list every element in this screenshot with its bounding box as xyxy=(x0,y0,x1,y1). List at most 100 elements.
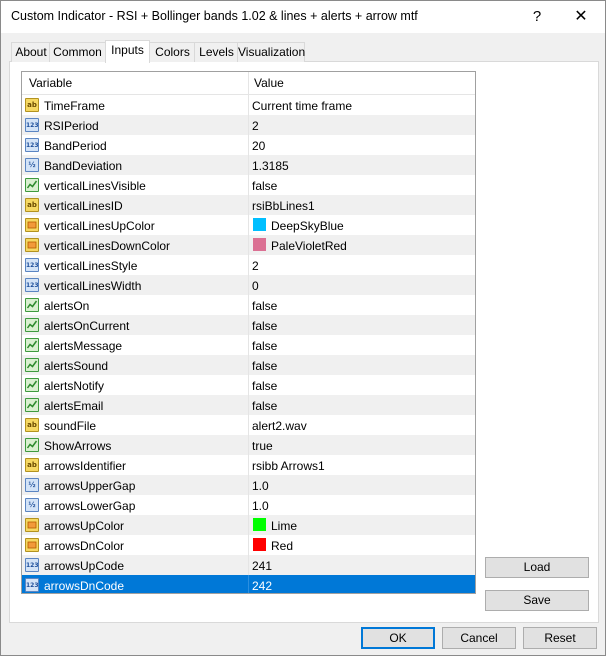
variable-value[interactable]: Lime xyxy=(271,519,297,533)
variable-name: alertsMessage xyxy=(44,339,123,353)
color-swatch[interactable] xyxy=(253,218,266,231)
variable-value[interactable]: alert2.wav xyxy=(252,419,307,433)
bool-icon xyxy=(25,318,39,332)
tab-about[interactable]: About xyxy=(11,42,51,62)
variable-value[interactable]: false xyxy=(252,359,277,373)
bool-icon xyxy=(25,398,39,412)
table-row[interactable]: 123 arrowsUpCode 241 xyxy=(22,555,475,575)
save-button[interactable]: Save xyxy=(485,590,589,611)
color-swatch[interactable] xyxy=(253,538,266,551)
variable-value[interactable]: Current time frame xyxy=(252,99,352,113)
table-row[interactable]: alertsSound false xyxy=(22,355,475,375)
variable-value[interactable]: false xyxy=(252,379,277,393)
table-row[interactable]: ½ arrowsUpperGap 1.0 xyxy=(22,475,475,495)
variable-value[interactable]: 2 xyxy=(252,119,259,133)
integer-icon: 123 xyxy=(25,558,39,572)
table-row[interactable]: 123 RSIPeriod 2 xyxy=(22,115,475,135)
variable-name: arrowsLowerGap xyxy=(44,499,136,513)
variable-value[interactable]: 1.3185 xyxy=(252,159,289,173)
table-row[interactable]: arrowsDnColor Red xyxy=(22,535,475,555)
tab-colors[interactable]: Colors xyxy=(149,42,196,62)
integer-icon: 123 xyxy=(25,118,39,132)
variable-value[interactable]: 1.0 xyxy=(252,499,269,513)
variable-value[interactable]: 241 xyxy=(252,559,272,573)
variable-value[interactable]: rsibb Arrows1 xyxy=(252,459,325,473)
variable-column-header[interactable]: Variable xyxy=(29,76,72,90)
cell-divider xyxy=(248,95,249,115)
tab-levels[interactable]: Levels xyxy=(194,42,239,62)
variable-value[interactable]: DeepSkyBlue xyxy=(271,219,344,233)
variable-value[interactable]: true xyxy=(252,439,273,453)
cancel-button[interactable]: Cancel xyxy=(442,627,516,649)
close-button[interactable]: ✕ xyxy=(559,1,603,33)
variable-value[interactable]: PaleVioletRed xyxy=(271,239,347,253)
variable-value[interactable]: 2 xyxy=(252,259,259,273)
help-button[interactable]: ? xyxy=(515,1,559,33)
table-header: Variable Value xyxy=(22,72,475,95)
table-row[interactable]: ShowArrows true xyxy=(22,435,475,455)
variable-value[interactable]: false xyxy=(252,179,277,193)
cell-divider xyxy=(248,295,249,315)
inputs-table[interactable]: Variable Value ab TimeFrame Current time f… xyxy=(21,71,476,594)
table-row[interactable]: ab verticalLinesID rsiBbLines1 xyxy=(22,195,475,215)
bool-icon xyxy=(25,178,39,192)
cell-divider xyxy=(248,355,249,375)
cell-divider xyxy=(248,335,249,355)
variable-value[interactable]: 1.0 xyxy=(252,479,269,493)
variable-value[interactable]: false xyxy=(252,299,277,313)
table-row[interactable]: 123 verticalLinesWidth 0 xyxy=(22,275,475,295)
variable-name: soundFile xyxy=(44,419,97,433)
bool-icon xyxy=(25,358,39,372)
load-button[interactable]: Load xyxy=(485,557,589,578)
table-row[interactable]: alertsNotify false xyxy=(22,375,475,395)
table-row[interactable]: ab soundFile alert2.wav xyxy=(22,415,475,435)
table-row[interactable]: 123 BandPeriod 20 xyxy=(22,135,475,155)
tab-visualization[interactable]: Visualization xyxy=(237,42,305,62)
variable-value[interactable]: false xyxy=(252,399,277,413)
table-row[interactable]: arrowsUpColor Lime xyxy=(22,515,475,535)
ok-button[interactable]: OK xyxy=(361,627,435,649)
variable-name: alertsSound xyxy=(44,359,109,373)
table-row[interactable]: ½ arrowsLowerGap 1.0 xyxy=(22,495,475,515)
color-swatch[interactable] xyxy=(253,238,266,251)
variable-value[interactable]: rsiBbLines1 xyxy=(252,199,315,213)
table-row[interactable]: verticalLinesVisible false xyxy=(22,175,475,195)
variable-value[interactable]: false xyxy=(252,339,277,353)
table-row[interactable]: ab arrowsIdentifier rsibb Arrows1 xyxy=(22,455,475,475)
reset-button[interactable]: Reset xyxy=(523,627,597,649)
variable-value[interactable]: false xyxy=(252,319,277,333)
double-icon: ½ xyxy=(25,498,39,512)
color-icon xyxy=(25,238,39,252)
cell-divider xyxy=(248,455,249,475)
cell-divider xyxy=(248,535,249,555)
table-row[interactable]: alertsEmail false xyxy=(22,395,475,415)
table-row[interactable]: verticalLinesUpColor DeepSkyBlue xyxy=(22,215,475,235)
variable-name: arrowsUpColor xyxy=(44,519,125,533)
variable-name: verticalLinesUpColor xyxy=(44,219,155,233)
table-row[interactable]: 123 verticalLinesStyle 2 xyxy=(22,255,475,275)
cell-divider xyxy=(248,175,249,195)
variable-value[interactable]: 0 xyxy=(252,279,259,293)
variable-value[interactable]: 20 xyxy=(252,139,265,153)
table-row[interactable]: ab TimeFrame Current time frame xyxy=(22,95,475,115)
tab-common[interactable]: Common xyxy=(49,42,106,62)
column-divider[interactable] xyxy=(248,72,249,94)
table-row[interactable]: alertsOnCurrent false xyxy=(22,315,475,335)
tab-inputs[interactable]: Inputs xyxy=(105,40,150,63)
value-column-header[interactable]: Value xyxy=(254,76,284,90)
table-row[interactable]: alertsOn false xyxy=(22,295,475,315)
table-row[interactable]: ½ BandDeviation 1.3185 xyxy=(22,155,475,175)
variable-value[interactable]: 242 xyxy=(252,579,272,593)
table-row[interactable]: alertsMessage false xyxy=(22,335,475,355)
variable-name: arrowsDnCode xyxy=(44,579,125,593)
color-swatch[interactable] xyxy=(253,518,266,531)
table-row[interactable]: 123 arrowsDnCode 242 xyxy=(22,575,475,593)
cell-divider xyxy=(248,135,249,155)
integer-icon: 123 xyxy=(25,258,39,272)
variable-value[interactable]: Red xyxy=(271,539,293,553)
variable-name: TimeFrame xyxy=(44,99,105,113)
cell-divider xyxy=(248,475,249,495)
variable-name: arrowsUpCode xyxy=(44,559,125,573)
cell-divider xyxy=(248,435,249,455)
table-row[interactable]: verticalLinesDownColor PaleVioletRed xyxy=(22,235,475,255)
